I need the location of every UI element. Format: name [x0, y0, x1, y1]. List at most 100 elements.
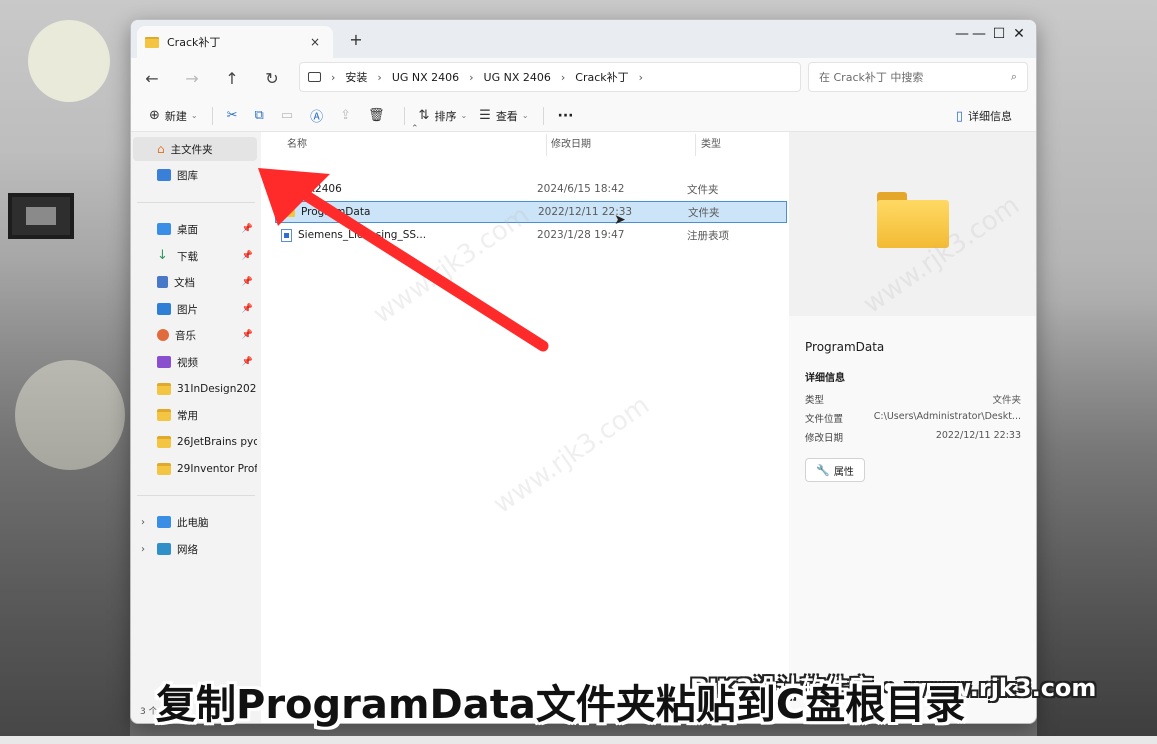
- sidebar-item-folder[interactable]: 31InDesign2025: [133, 377, 257, 401]
- sidebar-item-desktop[interactable]: 桌面 📌: [133, 217, 257, 241]
- document-icon: [157, 276, 168, 288]
- preview-row: 类型 文件夹: [805, 392, 1021, 406]
- preview-row: 修改日期 2022/12/11 22:33: [805, 430, 1021, 444]
- bottom-strip: [0, 736, 1157, 744]
- tab-close-icon[interactable]: ×: [305, 35, 325, 49]
- column-header-date[interactable]: 修改日期: [551, 132, 591, 158]
- sidebar-item-downloads[interactable]: ↓ 下载 📌: [133, 244, 257, 268]
- tab-crack[interactable]: Crack补丁 ×: [137, 26, 333, 58]
- search-input[interactable]: 在 Crack补丁 中搜索 ⌕: [808, 62, 1028, 92]
- pin-icon: 📌: [241, 330, 253, 340]
- folder-icon: [157, 383, 171, 395]
- copy-icon: ⧉: [254, 108, 264, 123]
- details-pane-icon: ▯: [955, 108, 963, 124]
- breadcrumb-item[interactable]: UG NX 2406: [484, 71, 551, 84]
- paste-button[interactable]: ▭: [275, 103, 304, 129]
- sidebar-item-label: 图片: [177, 303, 198, 316]
- background-moon: [28, 20, 110, 102]
- monitor-icon: [308, 72, 321, 82]
- scissors-icon: ✂: [226, 108, 238, 123]
- video-icon: [157, 356, 171, 368]
- delete-button[interactable]: 🗑: [362, 103, 396, 129]
- sidebar-item-documents[interactable]: 文档 📌: [133, 270, 257, 294]
- gallery-icon: [157, 169, 171, 181]
- sidebar-item-label: 31InDesign2025: [177, 383, 257, 395]
- desktop-icon: [157, 223, 171, 235]
- sidebar-item-pictures[interactable]: 图片 📌: [133, 297, 257, 321]
- toolbar-divider: [211, 106, 213, 125]
- preview-key: 修改日期: [805, 433, 844, 444]
- command-bar: ⊕ 新建 ⌄ ✂ ⧉ ▭ Ⓐ ⇪ 🗑 ⇅ 排序 ⌄ ☰ 查看 ⌄ ··· ▯ 详…: [131, 100, 1036, 132]
- sidebar-item-this-pc[interactable]: › 此电脑: [133, 510, 257, 534]
- breadcrumb-item[interactable]: 安装: [345, 69, 367, 85]
- sidebar-item-gallery[interactable]: 图库: [133, 163, 257, 187]
- minimize-icon[interactable]: —: [943, 20, 981, 52]
- search-icon: ⌕: [1010, 70, 1017, 83]
- sidebar-item-videos[interactable]: 视频 📌: [133, 350, 257, 374]
- computer-icon: [157, 516, 171, 528]
- folder-icon: [145, 36, 159, 48]
- up-button[interactable]: ↑: [217, 64, 247, 94]
- refresh-button[interactable]: ↻: [257, 64, 287, 94]
- copy-button[interactable]: ⧉: [249, 103, 275, 129]
- breadcrumb-item[interactable]: Crack补丁: [575, 69, 628, 85]
- list-view-icon: ☰: [479, 108, 491, 123]
- forward-button[interactable]: →: [177, 64, 207, 94]
- instruction-caption: 复制ProgramData文件夹粘贴到C盘根目录: [156, 682, 966, 728]
- toolbar-divider: [542, 106, 544, 125]
- chevron-right-icon: ›: [331, 70, 336, 84]
- cut-button[interactable]: ✂: [221, 103, 249, 129]
- sidebar-item-network[interactable]: › 网络: [133, 537, 257, 561]
- sidebar-item-folder[interactable]: 26JetBrains pycha: [133, 430, 257, 454]
- sort-button[interactable]: ⇅ 排序 ⌄: [413, 103, 474, 129]
- chevron-right-icon: ›: [141, 543, 145, 555]
- file-explorer-window: Crack补丁 × + — — ☐ ✕ ← → ↑ ↻ › 安装 › UG NX…: [130, 19, 1037, 724]
- folder-icon: [157, 463, 171, 475]
- column-header-type[interactable]: 类型: [701, 132, 721, 158]
- annotation-arrow: [258, 168, 549, 352]
- new-button-label: 新建: [164, 109, 187, 123]
- share-icon: ⇪: [340, 108, 352, 123]
- pin-icon: 📌: [241, 224, 253, 234]
- chevron-down-icon: ⌄: [190, 111, 198, 120]
- more-button[interactable]: ···: [552, 103, 580, 129]
- pin-icon: 📌: [241, 251, 253, 261]
- pin-icon: 📌: [241, 304, 253, 314]
- sidebar-item-music[interactable]: 音乐 📌: [133, 323, 257, 347]
- sidebar-item-label: 文档: [174, 276, 195, 289]
- close-window-icon[interactable]: ✕: [1000, 20, 1036, 52]
- preview-value: 文件夹: [992, 395, 1021, 406]
- download-icon: ↓: [157, 248, 168, 263]
- file-type: 注册表项: [687, 229, 729, 242]
- properties-button[interactable]: 🔧 属性: [805, 458, 865, 482]
- home-icon: ⌂: [157, 142, 165, 156]
- preview-value: C:\Users\Administrator\Deskt...: [873, 411, 1021, 422]
- sidebar-item-folder[interactable]: 29Inventor Profes: [133, 457, 257, 481]
- column-divider[interactable]: [546, 134, 547, 156]
- breadcrumb[interactable]: › 安装 › UG NX 2406 › UG NX 2406 › Crack补丁…: [299, 62, 801, 92]
- sidebar-item-label: 音乐: [175, 329, 196, 342]
- sidebar-item-folder[interactable]: 常用: [133, 403, 257, 427]
- sidebar-divider: [137, 495, 255, 496]
- column-divider[interactable]: [695, 134, 696, 156]
- chevron-right-icon: ›: [560, 70, 566, 84]
- rename-button[interactable]: Ⓐ: [304, 103, 334, 129]
- sidebar-item-label: 主文件夹: [170, 143, 213, 156]
- preview-row: 文件位置 C:\Users\Administrator\Deskt...: [805, 411, 1021, 425]
- view-button-label: 查看: [495, 109, 518, 123]
- breadcrumb-item[interactable]: UG NX 2406: [392, 71, 459, 84]
- new-tab-button[interactable]: +: [345, 30, 367, 52]
- details-pane-button[interactable]: ▯ 详细信息: [950, 103, 1018, 129]
- back-button[interactable]: ←: [137, 64, 167, 94]
- sidebar-item-label: 26JetBrains pycha: [177, 436, 257, 448]
- preview-key: 类型: [805, 395, 825, 406]
- view-button[interactable]: ☰ 查看 ⌄: [473, 103, 534, 129]
- sidebar-item-home[interactable]: ⌂ 主文件夹: [133, 137, 257, 161]
- background-tv: [8, 193, 74, 239]
- new-button[interactable]: ⊕ 新建 ⌄: [143, 103, 204, 129]
- pin-icon: 📌: [241, 277, 253, 287]
- share-button[interactable]: ⇪: [334, 103, 362, 129]
- preview-key: 文件位置: [805, 414, 844, 425]
- chevron-right-icon: ›: [638, 70, 644, 84]
- column-header-name[interactable]: 名称: [287, 132, 307, 158]
